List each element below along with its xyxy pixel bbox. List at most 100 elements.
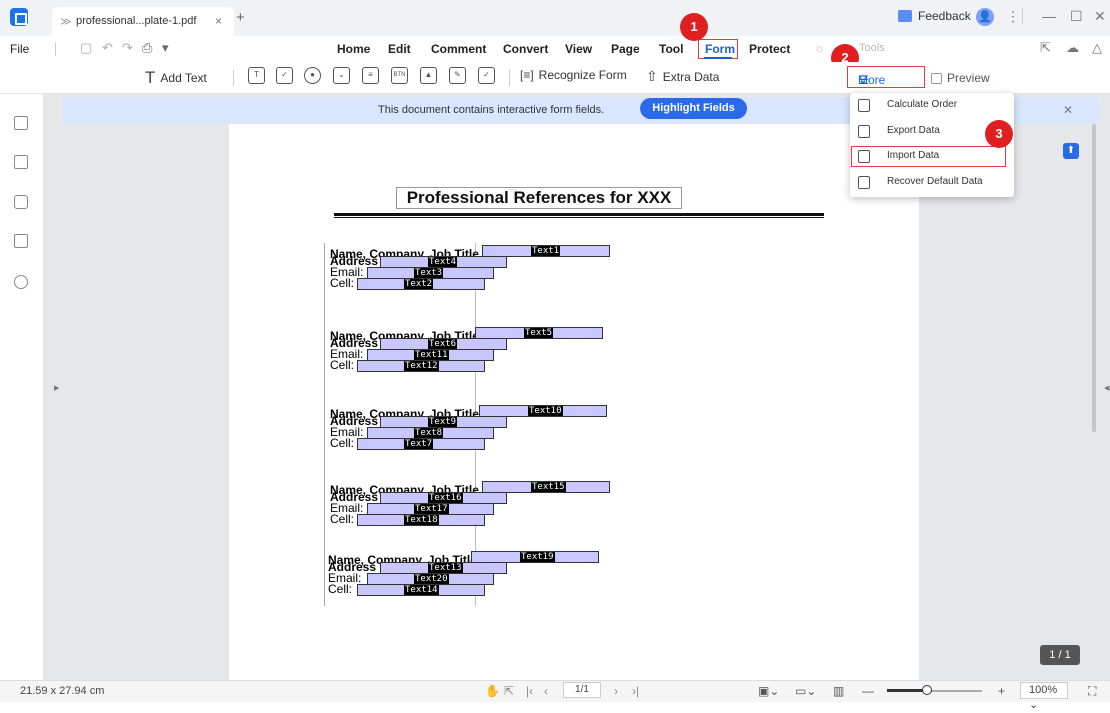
form-field-name-tag: Text15 xyxy=(531,482,566,492)
upload-icon: ⇧ xyxy=(646,68,658,84)
zoom-in-icon[interactable]: + xyxy=(998,684,1005,698)
collapse-panel-icon[interactable]: ◀ xyxy=(1104,384,1109,392)
title-rule xyxy=(334,213,824,216)
form-field-name-tag: Text8 xyxy=(414,428,444,438)
field-label-cell: Cell: xyxy=(330,358,355,372)
next-page-icon[interactable]: › xyxy=(614,684,618,698)
divider xyxy=(55,42,56,56)
zoom-slider-handle[interactable] xyxy=(922,685,932,695)
chevron-down-icon: ⌄ xyxy=(1029,699,1039,711)
menu-comment[interactable]: Comment xyxy=(431,42,486,56)
text-field-icon[interactable]: T xyxy=(248,67,265,84)
redo-icon[interactable]: ↷ xyxy=(122,40,133,56)
recognize-form-button[interactable]: [≡] Recognize Form xyxy=(520,68,627,82)
feedback-label: Feedback xyxy=(918,9,971,23)
new-tab-icon[interactable]: + xyxy=(236,9,245,26)
scroll-mode-icon[interactable]: ▥ xyxy=(833,684,844,698)
comment-icon[interactable] xyxy=(14,195,28,209)
minimize-icon[interactable]: — xyxy=(1042,8,1056,24)
radio-button-icon[interactable]: ● xyxy=(304,67,321,84)
menu-item-recover-default-data[interactable]: Recover Default Data xyxy=(850,171,1014,195)
fit-page-icon[interactable]: ▣⌄ xyxy=(758,684,779,698)
menu-view[interactable]: View xyxy=(565,42,592,56)
document-tab[interactable]: ≫ professional...plate-1.pdf × xyxy=(52,7,234,36)
avatar[interactable]: 👤 xyxy=(976,8,994,26)
zoom-level-select[interactable]: 100% ⌄ xyxy=(1020,682,1068,711)
attachment-icon[interactable] xyxy=(14,234,28,248)
expand-sidebar-icon[interactable]: ▶ xyxy=(54,384,59,392)
close-window-icon[interactable]: ✕ xyxy=(1094,8,1106,25)
divider xyxy=(1022,8,1023,24)
collapse-ribbon-icon[interactable]: △ xyxy=(1092,40,1102,56)
upload-icon[interactable]: ⬆ xyxy=(1063,143,1079,159)
vertical-scrollbar[interactable] xyxy=(1092,124,1096,432)
zoom-out-icon[interactable]: — xyxy=(862,684,874,698)
checkbox-icon[interactable]: ✓ xyxy=(276,67,293,84)
field-label-cell: Cell: xyxy=(330,512,355,526)
menu-edit[interactable]: Edit xyxy=(388,42,411,56)
feedback-icon xyxy=(898,10,912,22)
last-page-icon[interactable]: ›| xyxy=(632,684,639,698)
thumbnails-icon[interactable] xyxy=(14,116,28,130)
first-page-icon[interactable]: |‹ xyxy=(526,684,533,698)
active-tab-indicator xyxy=(704,57,732,59)
menu-tools[interactable]: Tools xyxy=(859,42,885,54)
title-rule xyxy=(334,217,824,218)
form-field-name-tag: Text5 xyxy=(524,328,554,338)
select-tool-icon[interactable]: ⇱ xyxy=(504,684,514,698)
combo-box-icon[interactable]: ⌄ xyxy=(333,67,350,84)
page-number-input[interactable]: 1/1 xyxy=(563,682,601,698)
menu-tool[interactable]: Tool xyxy=(659,42,683,56)
hand-tool-icon[interactable]: ✋ xyxy=(485,684,500,698)
search-icon[interactable] xyxy=(14,275,28,289)
add-text-button[interactable]: T Add Text xyxy=(145,68,207,88)
notification-message: This document contains interactive form … xyxy=(378,104,605,116)
date-field-icon[interactable]: ✓ xyxy=(478,67,495,84)
field-label-cell: Cell: xyxy=(330,276,355,290)
calculate-icon xyxy=(858,99,870,112)
menu-page[interactable]: Page xyxy=(611,42,640,56)
push-button-icon[interactable]: BTN xyxy=(391,67,408,84)
app-logo-icon xyxy=(10,8,28,26)
print-icon[interactable]: ⎙ xyxy=(142,40,152,56)
recover-icon xyxy=(858,176,870,189)
more-options-icon[interactable]: ⋮ xyxy=(1006,8,1020,25)
menu-convert[interactable]: Convert xyxy=(503,42,548,56)
maximize-icon[interactable]: ☐ xyxy=(1070,8,1083,25)
cloud-upload-icon[interactable]: ☁ xyxy=(1066,40,1079,56)
close-icon[interactable]: ✕ xyxy=(1063,103,1073,117)
preview-checkbox[interactable]: Preview xyxy=(931,71,990,85)
image-field-icon[interactable]: ▲ xyxy=(420,67,437,84)
more-button[interactable]: ☰ More ⌄ xyxy=(847,66,925,88)
menu-protect[interactable]: Protect xyxy=(749,42,790,56)
highlight-fields-button[interactable]: Highlight Fields xyxy=(640,98,747,119)
feedback-button[interactable]: Feedback xyxy=(898,9,971,23)
signature-field-icon[interactable]: ✎ xyxy=(449,67,466,84)
menu-item-label: Recover Default Data xyxy=(887,176,983,187)
menu-file[interactable]: File xyxy=(10,42,29,56)
previous-page-icon[interactable]: ‹ xyxy=(544,684,548,698)
form-field-name-tag: Text9 xyxy=(428,417,458,427)
undo-icon[interactable]: ↶ xyxy=(102,40,113,56)
menu-form[interactable]: Form xyxy=(698,39,738,59)
bookmark-icon[interactable] xyxy=(14,155,28,169)
page-layout-icon[interactable]: ▭⌄ xyxy=(795,684,816,698)
extra-data-button[interactable]: ⇧ Extra Data xyxy=(646,68,719,85)
form-field-name-tag: Text19 xyxy=(520,552,555,562)
menu-item-calculate-order[interactable]: Calculate Order xyxy=(850,94,1014,118)
share-icon[interactable]: ⇱ xyxy=(1040,40,1051,56)
form-field-name-tag: Text11 xyxy=(414,350,449,360)
form-field-name-tag: Text7 xyxy=(404,439,434,449)
save-icon[interactable]: ▢ xyxy=(80,40,92,56)
menu-home[interactable]: Home xyxy=(337,42,370,56)
dropdown-icon[interactable]: ▾ xyxy=(162,40,169,56)
preview-label: Preview xyxy=(947,71,990,85)
form-field-name-tag: Text1 xyxy=(531,246,561,256)
document-tab-label: professional...plate-1.pdf xyxy=(76,15,197,27)
fullscreen-icon[interactable]: ⛶ xyxy=(1088,684,1096,699)
close-tab-icon[interactable]: × xyxy=(215,14,222,28)
divider xyxy=(509,70,510,86)
chevron-down-icon: ⌄ xyxy=(858,73,869,87)
list-box-icon[interactable]: ≡ xyxy=(362,67,379,84)
form-border xyxy=(324,243,325,606)
